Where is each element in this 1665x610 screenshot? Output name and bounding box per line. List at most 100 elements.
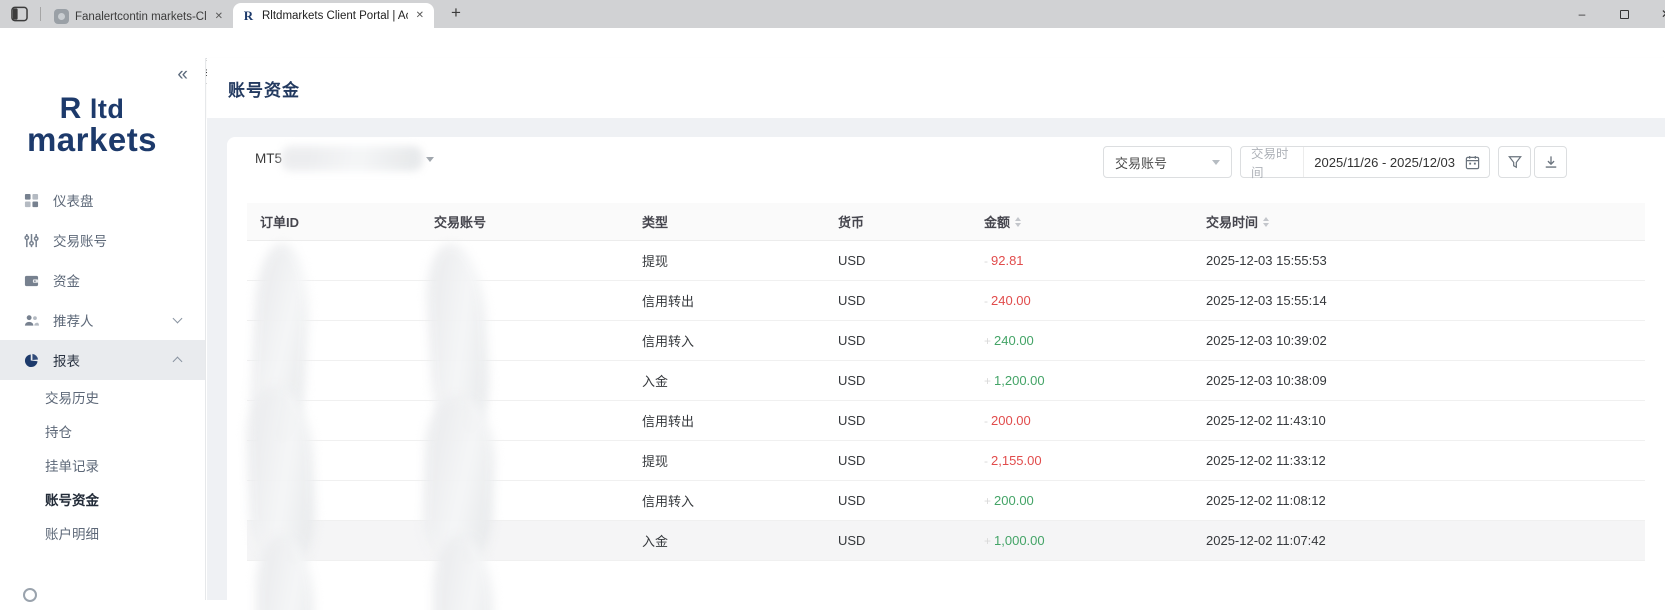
currency-cell: USD (825, 453, 971, 468)
submenu-item-pending-orders[interactable]: 挂单记录 (0, 448, 205, 482)
amount-sign: - (984, 294, 988, 308)
tab2-close-icon[interactable]: ✕ (414, 10, 426, 21)
col-type: 类型 (629, 212, 825, 231)
col-time-sortable[interactable]: 交易时间 (1193, 212, 1645, 231)
chevron-down-icon (173, 314, 183, 324)
amount-sign: + (984, 334, 991, 348)
browser-tab-strip: Fanalertcontin markets-Client 登录 ✕ R Rlt… (0, 0, 1665, 28)
type-cell: 信用转出 (629, 411, 825, 430)
sidebar: « R ltd markets 仪表盘 交易账号 资金 推荐人 报表 交易历史 (0, 58, 206, 600)
page-header: 账号资金 (207, 58, 1665, 118)
time-cell: 2025-12-03 10:38:09 (1193, 373, 1645, 388)
pie-chart-icon (24, 353, 39, 368)
col-currency: 货币 (825, 212, 971, 231)
maximize-button[interactable] (1603, 0, 1645, 28)
type-cell: 信用转入 (629, 331, 825, 350)
tab1-title: Fanalertcontin markets-Client 登录 (75, 8, 207, 24)
sort-icons[interactable] (1015, 214, 1021, 230)
account-filter-select[interactable]: 交易账号 (1103, 146, 1232, 178)
close-window-button[interactable]: ✕ (1645, 0, 1665, 28)
reports-submenu: 交易历史 持仓 挂单记录 账号资金 账户明细 (0, 380, 205, 550)
tab2-favicon-r-logo: R (241, 8, 256, 23)
chevron-up-icon (173, 357, 183, 367)
amount-cell: 200.00 (991, 413, 1031, 428)
redacted-account-name (281, 146, 423, 171)
calendar-icon[interactable] (1465, 155, 1480, 170)
time-cell: 2025-12-03 10:39:02 (1193, 333, 1645, 348)
account-selector-label[interactable]: MT5 (255, 151, 282, 166)
page-title: 账号资金 (228, 76, 300, 101)
brand-logo: R ltd markets (0, 92, 184, 159)
submenu-label: 账户明细 (45, 523, 99, 543)
amount-sign: - (984, 454, 988, 468)
sidebar-item-funds[interactable]: 资金 (0, 260, 205, 300)
filter-button[interactable] (1498, 146, 1531, 178)
col-amount-sortable[interactable]: 金额 (971, 212, 1193, 231)
content-area: MT5 交易账号 交易时间 2025/11/26 - 2025/12/03 订单… (207, 118, 1665, 600)
amount-sign: + (984, 374, 991, 388)
col-time-label: 交易时间 (1206, 212, 1258, 231)
time-cell: 2025-12-03 15:55:14 (1193, 293, 1645, 308)
col-order-id: 订单ID (247, 212, 421, 231)
currency-cell: USD (825, 253, 971, 268)
minimize-button[interactable]: – (1561, 0, 1603, 28)
browser-tab-inactive[interactable]: Fanalertcontin markets-Client 登录 ✕ (46, 4, 233, 28)
sidebar-item-trading-accounts[interactable]: 交易账号 (0, 220, 205, 260)
currency-cell: USD (825, 293, 971, 308)
amount-cell: 1,000.00 (994, 533, 1045, 548)
new-tab-button[interactable]: + (445, 3, 467, 23)
amount-sign: - (984, 414, 988, 428)
tab-separator (40, 7, 41, 21)
time-cell: 2025-12-02 11:33:12 (1193, 453, 1645, 468)
users-icon (24, 313, 39, 328)
select-caret-icon (1212, 160, 1220, 169)
sidebar-item-referrer[interactable]: 推荐人 (0, 300, 205, 340)
time-cell: 2025-12-02 11:07:42 (1193, 533, 1645, 548)
report-card: MT5 交易账号 交易时间 2025/11/26 - 2025/12/03 订单… (227, 137, 1665, 610)
sort-icons[interactable] (1263, 214, 1269, 230)
currency-cell: USD (825, 333, 971, 348)
sidebar-item-label: 推荐人 (53, 310, 94, 330)
sidebar-item-dashboard[interactable]: 仪表盘 (0, 180, 205, 220)
address-bar: https://my.rltdmarkets.com/reports/accou… (0, 28, 1665, 59)
sidebar-item-label: 报表 (53, 350, 80, 370)
amount-cell: 92.81 (991, 253, 1024, 268)
amount-sign: + (984, 534, 991, 548)
date-range-value[interactable]: 2025/11/26 - 2025/12/03 (1304, 155, 1465, 170)
sidebar-item-reports[interactable]: 报表 (0, 340, 205, 380)
submenu-item-account-capital[interactable]: 账号资金 (0, 482, 205, 516)
currency-cell: USD (825, 373, 971, 388)
time-cell: 2025-12-03 15:55:53 (1193, 253, 1645, 268)
col-amount-label: 金额 (984, 212, 1010, 231)
time-cell: 2025-12-02 11:43:10 (1193, 413, 1645, 428)
submenu-label: 账号资金 (45, 489, 99, 509)
collapse-sidebar-icon[interactable]: « (177, 64, 188, 86)
account-selector-caret-icon[interactable] (426, 157, 434, 166)
submenu-item-trading-history[interactable]: 交易历史 (0, 380, 205, 414)
submenu-item-positions[interactable]: 持仓 (0, 414, 205, 448)
dashboard-icon (24, 193, 39, 208)
restore-icon (1620, 10, 1629, 19)
sidebar-menu: 仪表盘 交易账号 资金 推荐人 报表 (0, 180, 205, 380)
col-trading-account: 交易账号 (421, 212, 629, 231)
amount-cell: 240.00 (994, 333, 1034, 348)
download-icon (1544, 155, 1558, 169)
time-label: 交易时间 (1241, 147, 1304, 177)
amount-cell: 1,200.00 (994, 373, 1045, 388)
sidebar-item-label: 仪表盘 (53, 190, 94, 210)
download-button[interactable] (1534, 146, 1567, 178)
submenu-item-account-details[interactable]: 账户明细 (0, 516, 205, 550)
submenu-label: 挂单记录 (45, 455, 99, 475)
tab1-close-icon[interactable]: ✕ (213, 11, 225, 22)
sliders-icon (24, 233, 39, 248)
type-cell: 入金 (629, 371, 825, 390)
date-range-picker[interactable]: 交易时间 2025/11/26 - 2025/12/03 (1240, 146, 1490, 178)
type-cell: 提现 (629, 251, 825, 270)
logo-ltd: ltd (90, 94, 125, 124)
currency-cell: USD (825, 493, 971, 508)
tab1-favicon (54, 9, 69, 24)
type-cell: 入金 (629, 531, 825, 550)
tab-actions-icon[interactable] (10, 6, 29, 22)
amount-sign: + (984, 494, 991, 508)
browser-tab-active[interactable]: R Rltdmarkets Client Portal | Account ✕ (233, 3, 434, 28)
